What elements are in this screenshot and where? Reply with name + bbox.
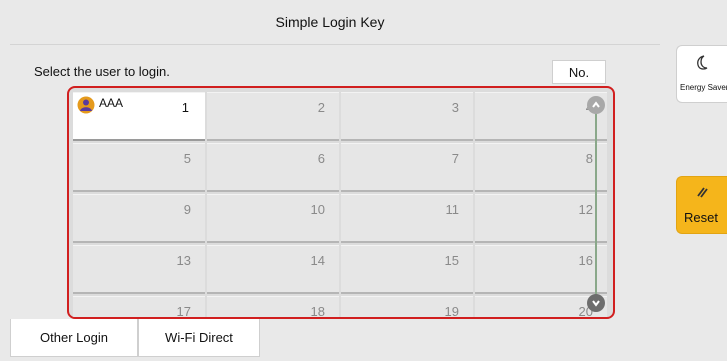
login-key[interactable]: 13 bbox=[73, 245, 205, 294]
key-number: 14 bbox=[310, 253, 325, 268]
sort-button-label: No. bbox=[568, 64, 590, 80]
key-number: 19 bbox=[444, 304, 459, 319]
sort-by-number-button[interactable]: No. bbox=[552, 60, 606, 84]
key-number: 5 bbox=[183, 151, 191, 166]
key-number: 2 bbox=[317, 100, 325, 115]
key-number: 13 bbox=[176, 253, 191, 268]
login-key[interactable]: 7 bbox=[341, 143, 473, 192]
login-key[interactable]: 3 bbox=[341, 92, 473, 141]
login-key[interactable]: 9 bbox=[73, 194, 205, 243]
login-key[interactable]: 17 bbox=[73, 296, 205, 319]
scroll-track[interactable] bbox=[595, 106, 597, 296]
scroll-down-button[interactable] bbox=[587, 294, 605, 312]
scrollbar[interactable] bbox=[585, 92, 607, 314]
key-number: 3 bbox=[451, 100, 459, 115]
key-number: 17 bbox=[176, 304, 191, 319]
key-number: 1 bbox=[181, 100, 189, 115]
other-login-button[interactable]: Other Login bbox=[10, 319, 138, 357]
reset-label: Reset bbox=[684, 210, 718, 225]
key-number: 7 bbox=[451, 151, 459, 166]
other-login-label: Other Login bbox=[40, 330, 108, 345]
user-avatar-icon bbox=[77, 96, 95, 114]
instruction-text: Select the user to login. bbox=[34, 64, 170, 79]
scroll-up-button[interactable] bbox=[587, 96, 605, 114]
chevron-down-icon bbox=[592, 300, 600, 307]
login-key[interactable]: 19 bbox=[341, 296, 473, 319]
login-key[interactable]: 2 bbox=[207, 92, 339, 141]
wifi-direct-button[interactable]: Wi-Fi Direct bbox=[138, 319, 260, 357]
key-number: 6 bbox=[317, 151, 325, 166]
key-number: 18 bbox=[310, 304, 325, 319]
energy-saver-label: Energy Saver bbox=[680, 83, 727, 92]
key-grid: AAA1234567891011121314151617181920 bbox=[73, 92, 607, 319]
login-key[interactable]: AAA 1 bbox=[73, 92, 205, 141]
user-name: AAA bbox=[99, 96, 124, 110]
chevron-up-icon bbox=[592, 101, 600, 108]
login-key-grid: AAA1234567891011121314151617181920 bbox=[67, 86, 615, 319]
key-number: 11 bbox=[445, 202, 460, 217]
login-key[interactable]: 10 bbox=[207, 194, 339, 243]
energy-saver-button[interactable]: Energy Saver bbox=[676, 45, 727, 103]
login-key[interactable]: 15 bbox=[341, 245, 473, 294]
page-title-text: Simple Login Key bbox=[275, 14, 385, 30]
key-number: 9 bbox=[183, 202, 191, 217]
key-number: 10 bbox=[310, 202, 325, 217]
key-number: 15 bbox=[444, 253, 459, 268]
slash-icon bbox=[697, 187, 708, 198]
reset-button[interactable]: Reset bbox=[676, 176, 727, 234]
login-key[interactable]: 6 bbox=[207, 143, 339, 192]
moon-icon bbox=[697, 55, 708, 70]
login-key[interactable]: 14 bbox=[207, 245, 339, 294]
title-divider bbox=[10, 44, 660, 45]
page-title: Simple Login Key bbox=[0, 0, 660, 44]
wifi-direct-label: Wi-Fi Direct bbox=[165, 330, 233, 345]
login-key[interactable]: 5 bbox=[73, 143, 205, 192]
login-key[interactable]: 11 bbox=[341, 194, 473, 243]
login-key[interactable]: 18 bbox=[207, 296, 339, 319]
